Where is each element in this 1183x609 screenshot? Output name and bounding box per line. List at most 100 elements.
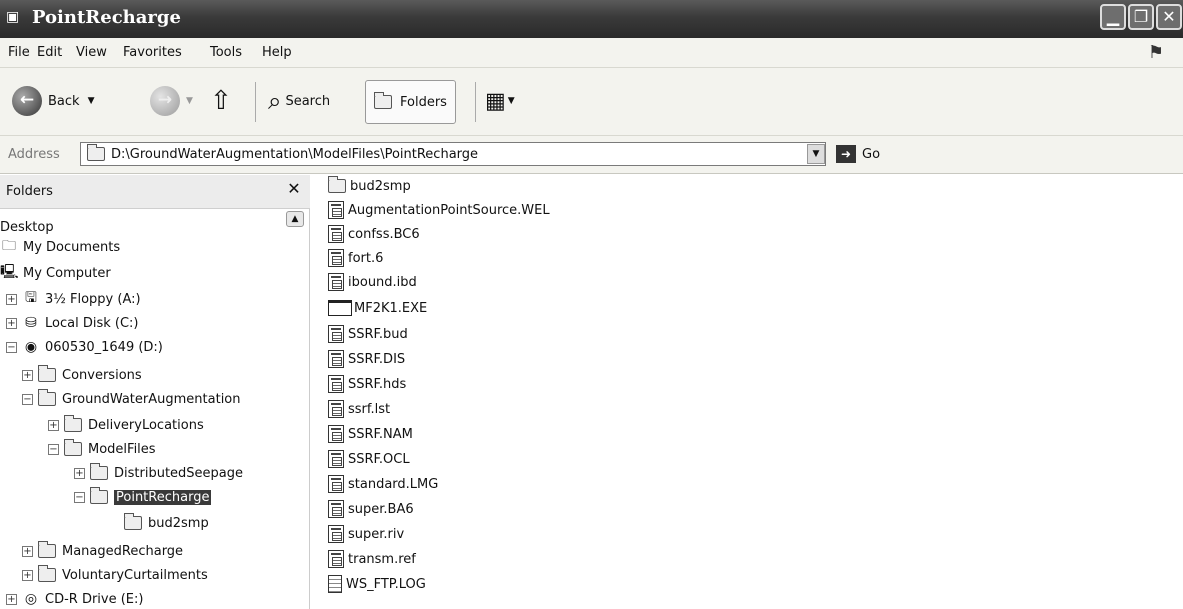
folder-icon — [90, 463, 108, 480]
address-label: Address — [8, 147, 60, 162]
expand-icon[interactable]: + — [48, 419, 59, 431]
close-pane-icon[interactable]: ✕ — [284, 179, 304, 199]
menu-tools[interactable]: Tools — [210, 45, 242, 60]
menu-favorites[interactable]: Favorites — [123, 45, 182, 60]
tree-label: My Computer — [23, 265, 111, 281]
file-icon — [328, 500, 344, 518]
log-file-icon — [328, 575, 342, 593]
file-item[interactable]: fort.6 — [328, 247, 383, 269]
tree-item-bud2smp[interactable]: bud2smp — [124, 513, 209, 533]
menu-file[interactable]: File — [8, 45, 30, 60]
address-folder-icon — [87, 144, 105, 161]
file-item[interactable]: ssrf.lst — [328, 398, 390, 420]
tree-label: ManagedRecharge — [62, 543, 184, 559]
folders-button[interactable]: Folders — [365, 80, 456, 124]
file-name: ibound.ibd — [348, 274, 417, 290]
tree-label: CD-R Drive (E:) — [45, 591, 144, 607]
address-dropdown-icon[interactable]: ▼ — [807, 144, 825, 164]
menu-bar: File Edit View Favorites Tools Help ⚑ — [0, 38, 1183, 68]
tree-label: DeliveryLocations — [88, 417, 204, 433]
tree-item-voluntarycurtailments[interactable]: + VoluntaryCurtailments — [22, 565, 208, 585]
expand-icon[interactable]: + — [22, 545, 33, 557]
tree-item-cd-r-drive[interactable]: + ◎ CD-R Drive (E:) — [6, 589, 143, 609]
file-item[interactable]: SSRF.OCL — [328, 448, 410, 470]
tree-item-managedrecharge[interactable]: + ManagedRecharge — [22, 541, 183, 561]
file-item[interactable]: SSRF.NAM — [328, 423, 413, 445]
file-item[interactable]: standard.LMG — [328, 473, 438, 495]
expand-icon[interactable]: + — [6, 293, 17, 305]
tree-item-distributedseepage[interactable]: + DistributedSeepage — [74, 463, 243, 483]
menu-help[interactable]: Help — [262, 45, 292, 60]
restore-button[interactable]: ❐ — [1128, 4, 1154, 30]
hard-disk-icon: ⛁ — [25, 315, 37, 331]
tree-item-deliverylocations[interactable]: + DeliveryLocations — [48, 415, 204, 435]
folders-label: Folders — [400, 94, 447, 110]
tree-label: My Documents — [23, 239, 121, 255]
tree-label: ModelFiles — [88, 441, 156, 457]
expand-icon[interactable]: + — [6, 317, 17, 329]
tree-label: Conversions — [62, 367, 142, 383]
collapse-icon[interactable]: − — [48, 443, 59, 455]
file-icon — [328, 425, 344, 443]
views-button[interactable]: ▦ ▼ — [485, 82, 515, 120]
cd-drive-icon: ◉ — [24, 339, 38, 355]
expand-icon[interactable]: + — [22, 569, 33, 581]
file-item[interactable]: AugmentationPointSource.WEL — [328, 199, 550, 221]
scroll-up-button[interactable]: ▲ — [286, 211, 304, 227]
file-name: super.riv — [348, 526, 405, 542]
tree-item-modelfiles[interactable]: − ModelFiles — [48, 439, 156, 459]
file-item[interactable]: bud2smp — [328, 175, 411, 197]
tree-label: bud2smp — [148, 515, 209, 531]
menu-view[interactable]: View — [76, 45, 107, 60]
tree-item-desktop[interactable]: Desktop — [0, 217, 54, 237]
tree-item-my-computer[interactable]: 🖳 My Computer — [0, 263, 111, 283]
expand-icon[interactable]: + — [22, 369, 33, 381]
tree-item-drive-d[interactable]: − ◉ 060530_1649 (D:) — [6, 337, 163, 357]
tree-item-local-disk[interactable]: + ⛁ Local Disk (C:) — [6, 313, 138, 333]
collapse-icon[interactable]: − — [74, 491, 85, 503]
back-dropdown-icon[interactable]: ▼ — [88, 96, 95, 106]
file-icon — [328, 350, 344, 368]
file-item[interactable]: confss.BC6 — [328, 223, 420, 245]
file-name: SSRF.bud — [348, 326, 408, 342]
go-label: Go — [862, 146, 881, 162]
up-button[interactable]: ⇧ — [210, 82, 232, 120]
expand-icon[interactable]: + — [74, 467, 85, 479]
file-item[interactable]: SSRF.hds — [328, 373, 406, 395]
tree-item-conversions[interactable]: + Conversions — [22, 365, 142, 385]
back-label: Back — [48, 93, 80, 109]
file-name: transm.ref — [348, 551, 416, 567]
forward-button[interactable]: → ▼ — [150, 82, 193, 120]
expand-icon[interactable]: + — [6, 593, 17, 605]
file-icon — [328, 550, 344, 568]
address-input[interactable]: D:\GroundWaterAugmentation\ModelFiles\Po… — [80, 142, 826, 166]
file-icon — [328, 273, 344, 291]
menu-edit[interactable]: Edit — [37, 45, 62, 60]
tree-item-floppy[interactable]: + 🖫 3½ Floppy (A:) — [6, 289, 141, 309]
file-item[interactable]: WS_FTP.LOG — [328, 573, 426, 595]
go-button[interactable]: ➜ Go — [836, 142, 882, 166]
back-button[interactable]: ← Back ▼ — [12, 82, 94, 120]
collapse-icon[interactable]: − — [6, 341, 17, 353]
file-item[interactable]: SSRF.DIS — [328, 348, 405, 370]
file-item[interactable]: MF2K1.EXE — [328, 297, 427, 319]
file-icon — [328, 225, 344, 243]
minimize-button[interactable]: ▁ — [1100, 4, 1126, 30]
file-item[interactable]: ibound.ibd — [328, 271, 417, 293]
folder-icon — [38, 389, 56, 406]
folders-pane-header: Folders ✕ — [0, 175, 310, 209]
up-folder-icon: ⇧ — [210, 86, 232, 116]
file-item[interactable]: transm.ref — [328, 548, 416, 570]
file-item[interactable]: super.riv — [328, 523, 404, 545]
search-button[interactable]: ⌕ Search — [268, 82, 330, 120]
file-name: MF2K1.EXE — [354, 300, 428, 316]
collapse-icon[interactable]: − — [22, 393, 33, 405]
forward-dropdown-icon[interactable]: ▼ — [186, 96, 193, 106]
tree-item-groundwateraugmentation[interactable]: − GroundWaterAugmentation — [22, 389, 241, 409]
close-button[interactable]: ✕ — [1156, 4, 1182, 30]
tree-label: GroundWaterAugmentation — [62, 391, 241, 407]
tree-item-pointrecharge[interactable]: − PointRecharge — [74, 487, 212, 507]
file-item[interactable]: super.BA6 — [328, 498, 414, 520]
tree-item-my-documents[interactable]: 🗀 My Documents — [0, 237, 120, 257]
file-item[interactable]: SSRF.bud — [328, 323, 408, 345]
